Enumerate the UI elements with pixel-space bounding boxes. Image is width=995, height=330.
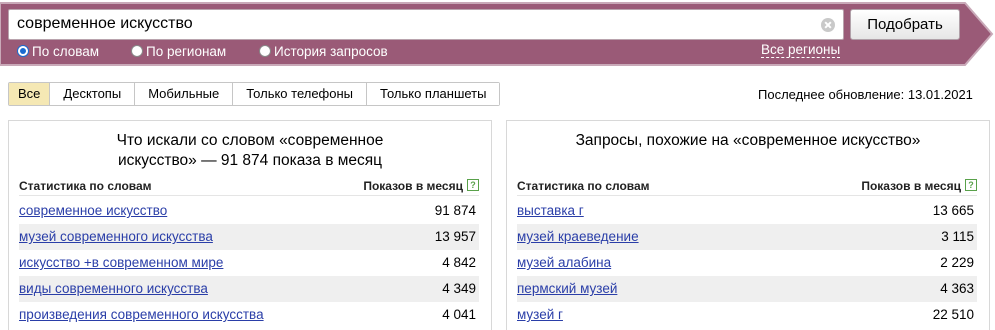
keyword-link[interactable]: музей современного искусства (19, 224, 213, 250)
table-row: искусство +в современном мире 4 842 (19, 250, 479, 276)
panel-title-line: искусство» — 91 874 показа в месяц (117, 152, 383, 169)
tab-tablets-only[interactable]: Только планшеты (367, 83, 500, 105)
search-query[interactable]: современное искусство (17, 15, 193, 33)
submit-button[interactable]: Подобрать (850, 9, 960, 40)
count-value: 91 874 (434, 203, 476, 218)
mode-label: История запросов (274, 43, 388, 59)
help-icon[interactable]: ? (467, 179, 479, 191)
count-value: 13 957 (434, 229, 476, 244)
table-row: музей г 22 510 (517, 302, 977, 328)
radio-icon[interactable] (131, 45, 143, 57)
keyword-link[interactable]: выставка г (517, 198, 584, 224)
col-keyword-header: Статистика по словам (517, 179, 650, 193)
count-value: 22 510 (932, 307, 974, 322)
count-value: 2 229 (940, 255, 974, 270)
count-value: 4 363 (940, 281, 974, 296)
mode-by-words[interactable]: По словам (17, 43, 99, 59)
table-row: современное искусство 91 874 (19, 198, 479, 224)
keyword-link[interactable]: музей алабина (517, 250, 611, 276)
last-update: Последнее обновление: 13.01.2021 (758, 87, 973, 102)
panel-title-line: Что искали со словом «современное (116, 132, 384, 149)
col-count-header: Показов в месяц (363, 179, 463, 193)
keyword-link[interactable]: виды современного искусства (19, 276, 208, 302)
count-value: 4 349 (442, 281, 476, 296)
table-row: пермский музей 4 363 (517, 276, 977, 302)
tab-all[interactable]: Все (9, 83, 51, 105)
mode-label: По регионам (146, 43, 227, 59)
search-header: современное искусство Подобрать По слова… (0, 0, 995, 66)
col-keyword-header: Статистика по словам (19, 179, 152, 193)
similar-queries-table: выставка г 13 665 музей краеведение 3 11… (517, 198, 977, 328)
keywords-table: современное искусство 91 874 музей совре… (19, 198, 479, 328)
table-row: произведения современного искусства 4 04… (19, 302, 479, 328)
mode-by-regions[interactable]: По регионам (131, 43, 226, 59)
tab-phones-only[interactable]: Только телефоны (233, 83, 368, 105)
keyword-link[interactable]: пермский музей (517, 276, 617, 302)
keyword-link[interactable]: музей г (517, 302, 563, 328)
table-row: музей алабина 2 229 (517, 250, 977, 276)
mode-history[interactable]: История запросов (259, 43, 388, 59)
clear-icon[interactable] (821, 18, 835, 32)
tab-desktops[interactable]: Десктопы (50, 83, 136, 105)
tab-mobile[interactable]: Мобильные (135, 83, 234, 105)
panel-title: Что искали со словом «современное искусс… (9, 131, 491, 171)
panel-title-line: Запросы, похожие на «современное искусст… (575, 132, 921, 149)
table-row: виды современного искусства 4 349 (19, 276, 479, 302)
keyword-link[interactable]: музей краеведение (517, 224, 639, 250)
keyword-link[interactable]: искусство +в современном мире (19, 250, 223, 276)
similar-queries-panel: Запросы, похожие на «современное искусст… (506, 120, 990, 330)
radio-selected-icon[interactable] (17, 45, 29, 57)
table-row: выставка г 13 665 (517, 198, 977, 224)
col-count-header: Показов в месяц (861, 179, 961, 193)
help-icon[interactable]: ? (965, 179, 977, 191)
mode-label: По словам (32, 43, 100, 59)
keywords-panel: Что искали со словом «современное искусс… (8, 120, 492, 330)
table-row: музей краеведение 3 115 (517, 224, 977, 250)
search-input[interactable]: современное искусство (8, 9, 844, 40)
device-tabs: Все Десктопы Мобильные Только телефоны Т… (8, 82, 501, 106)
panel-title: Запросы, похожие на «современное искусст… (507, 131, 989, 151)
table-header: Статистика по словам Показов в месяц ? (19, 178, 479, 196)
keyword-link[interactable]: современное искусство (19, 198, 167, 224)
all-regions-link[interactable]: Все регионы (761, 43, 841, 58)
keyword-link[interactable]: произведения современного искусства (19, 302, 264, 328)
count-value: 3 115 (941, 229, 974, 244)
count-value: 4 842 (442, 255, 476, 270)
count-value: 13 665 (932, 203, 974, 218)
count-value: 4 041 (442, 307, 476, 322)
table-header: Статистика по словам Показов в месяц ? (517, 178, 977, 196)
table-row: музей современного искусства 13 957 (19, 224, 479, 250)
radio-icon[interactable] (259, 45, 271, 57)
